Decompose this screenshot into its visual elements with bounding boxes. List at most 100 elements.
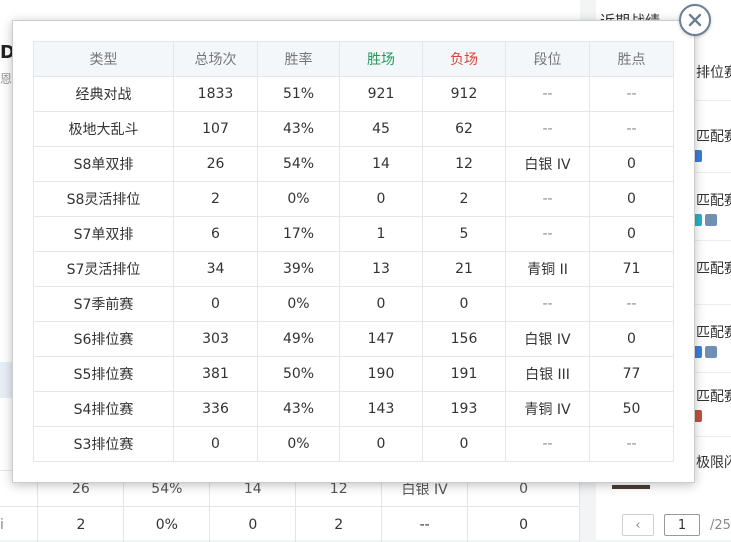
row-type-label: S7季前赛 <box>34 287 174 322</box>
table-cell: -- <box>506 77 590 112</box>
table-row: S4排位赛33643%143193青铜 IV50 <box>34 392 674 427</box>
table-row: S5排位赛38150%190191白银 III77 <box>34 357 674 392</box>
table-cell: 白银 IV <box>506 322 590 357</box>
row-type-label: S7灵活排位 <box>34 252 174 287</box>
table-cell: 21 <box>423 252 506 287</box>
table-cell: -- <box>590 77 674 112</box>
table-cell: 0% <box>258 287 340 322</box>
row-type-label: S8单双排 <box>34 147 174 182</box>
table-cell: 39% <box>258 252 340 287</box>
table-cell: 190 <box>340 357 423 392</box>
table-cell: 921 <box>340 77 423 112</box>
table-cell: 191 <box>423 357 506 392</box>
table-cell: 0 <box>590 147 674 182</box>
match-type-label: 极限闪 <box>696 452 731 472</box>
table-cell: 50% <box>258 357 340 392</box>
table-row: S3排位赛00%00---- <box>34 427 674 462</box>
table-cell: 143 <box>340 392 423 427</box>
table-cell: 912 <box>423 77 506 112</box>
column-header-type: 类型 <box>34 42 174 77</box>
table-row: 经典对战183351%921912---- <box>34 77 674 112</box>
table-cell: 77 <box>590 357 674 392</box>
match-type-label: 匹配赛 <box>696 258 731 278</box>
table-cell: -- <box>590 112 674 147</box>
table-row: S7单双排617%15--0 <box>34 217 674 252</box>
row-type-label: S7单双排 <box>34 217 174 252</box>
table-cell: 336 <box>174 392 258 427</box>
match-type-label: 排位赛 <box>696 62 731 82</box>
column-header-winrate: 胜率 <box>258 42 340 77</box>
table-row: i 2 0% 0 2 -- 0 <box>0 507 580 542</box>
column-header-losses: 负场 <box>423 42 506 77</box>
row-type-label: 极地大乱斗 <box>34 112 174 147</box>
table-cell: 43% <box>258 112 340 147</box>
table-cell: 0 <box>174 427 258 462</box>
row-type-label: S5排位赛 <box>34 357 174 392</box>
table-cell: 43% <box>258 392 340 427</box>
row-type-label: S3排位赛 <box>34 427 174 462</box>
close-button[interactable] <box>679 4 711 36</box>
table-cell: -- <box>590 427 674 462</box>
table-row: S8单双排2654%1412白银 IV0 <box>34 147 674 182</box>
table-cell: -- <box>506 427 590 462</box>
table-cell: 17% <box>258 217 340 252</box>
stats-table-body: 经典对战183351%921912----极地大乱斗10743%4562----… <box>34 77 674 462</box>
page-total: /25 <box>710 518 731 533</box>
table-cell: 0 <box>590 322 674 357</box>
row-type-label: 经典对战 <box>34 77 174 112</box>
image-icon <box>705 346 717 358</box>
table-cell: 0% <box>124 507 210 542</box>
match-type-label: 匹配赛 <box>696 322 731 342</box>
match-type-label: 匹配赛 <box>696 190 731 210</box>
table-cell: -- <box>382 507 468 542</box>
column-header-wins: 胜场 <box>340 42 423 77</box>
table-cell: 193 <box>423 392 506 427</box>
row-type-label: S4排位赛 <box>34 392 174 427</box>
table-cell: -- <box>506 287 590 322</box>
table-cell: 49% <box>258 322 340 357</box>
row-type-label: S6排位赛 <box>34 322 174 357</box>
column-header-total: 总场次 <box>174 42 258 77</box>
column-header-rank: 段位 <box>506 42 590 77</box>
table-cell: 白银 III <box>506 357 590 392</box>
table-cell: 0 <box>174 287 258 322</box>
table-cell: 381 <box>174 357 258 392</box>
table-cell: 5 <box>423 217 506 252</box>
table-row: 极地大乱斗10743%4562---- <box>34 112 674 147</box>
table-cell: 0 <box>423 287 506 322</box>
table-cell: 0 <box>468 507 580 542</box>
table-cell: 2 <box>174 182 258 217</box>
table-cell: -- <box>506 182 590 217</box>
table-cell: 71 <box>590 252 674 287</box>
table-cell: -- <box>506 112 590 147</box>
table-cell: 51% <box>258 77 340 112</box>
table-cell: 303 <box>174 322 258 357</box>
table-cell: 0 <box>340 182 423 217</box>
table-cell: 0% <box>258 182 340 217</box>
table-cell: 2 <box>296 507 382 542</box>
table-cell: 54% <box>258 147 340 182</box>
table-row: S8灵活排位20%02--0 <box>34 182 674 217</box>
profile-subtext-fragment: 恩 <box>0 70 12 87</box>
table-cell: 0 <box>423 427 506 462</box>
prev-page-button[interactable]: ‹ <box>622 514 654 536</box>
table-cell: -- <box>506 217 590 252</box>
table-cell: 156 <box>423 322 506 357</box>
column-header-points: 胜点 <box>590 42 674 77</box>
table-cell: 青铜 IV <box>506 392 590 427</box>
table-cell: 白银 IV <box>506 147 590 182</box>
champion-thumbnail <box>612 485 650 489</box>
table-cell: 26 <box>174 147 258 182</box>
table-cell: 147 <box>340 322 423 357</box>
stats-table: 类型 总场次 胜率 胜场 负场 段位 胜点 经典对战183351%921912-… <box>33 41 674 462</box>
table-cell: 62 <box>423 112 506 147</box>
table-header-row: 类型 总场次 胜率 胜场 负场 段位 胜点 <box>34 42 674 77</box>
table-cell: 34 <box>174 252 258 287</box>
table-cell: 1833 <box>174 77 258 112</box>
image-icon <box>705 214 717 226</box>
pagination: ‹ 1 /25 <box>622 514 731 536</box>
page-number-input[interactable]: 1 <box>664 514 700 536</box>
table-cell: 2 <box>423 182 506 217</box>
table-cell: 0 <box>340 427 423 462</box>
selected-row-highlight <box>0 362 12 398</box>
